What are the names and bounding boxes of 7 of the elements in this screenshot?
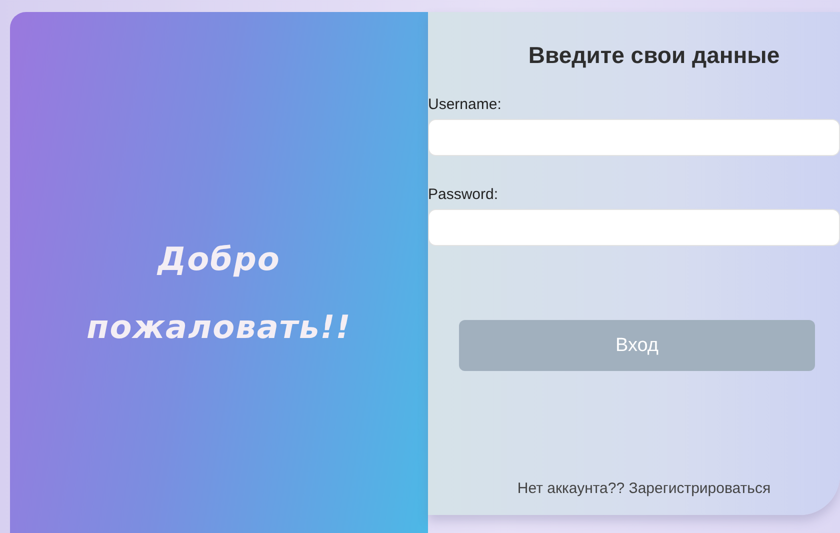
input-field[interactable] xyxy=(428,209,840,246)
input-field[interactable] xyxy=(428,119,840,156)
field-label: Username: xyxy=(428,96,502,113)
field-label: Password: xyxy=(428,186,500,203)
welcome-heading: Добро пожаловать!! xyxy=(86,238,352,348)
form-title: Введите свои данные xyxy=(527,42,781,69)
register-link[interactable]: Нет аккаунта?? Зарегистрироваться xyxy=(428,480,840,497)
